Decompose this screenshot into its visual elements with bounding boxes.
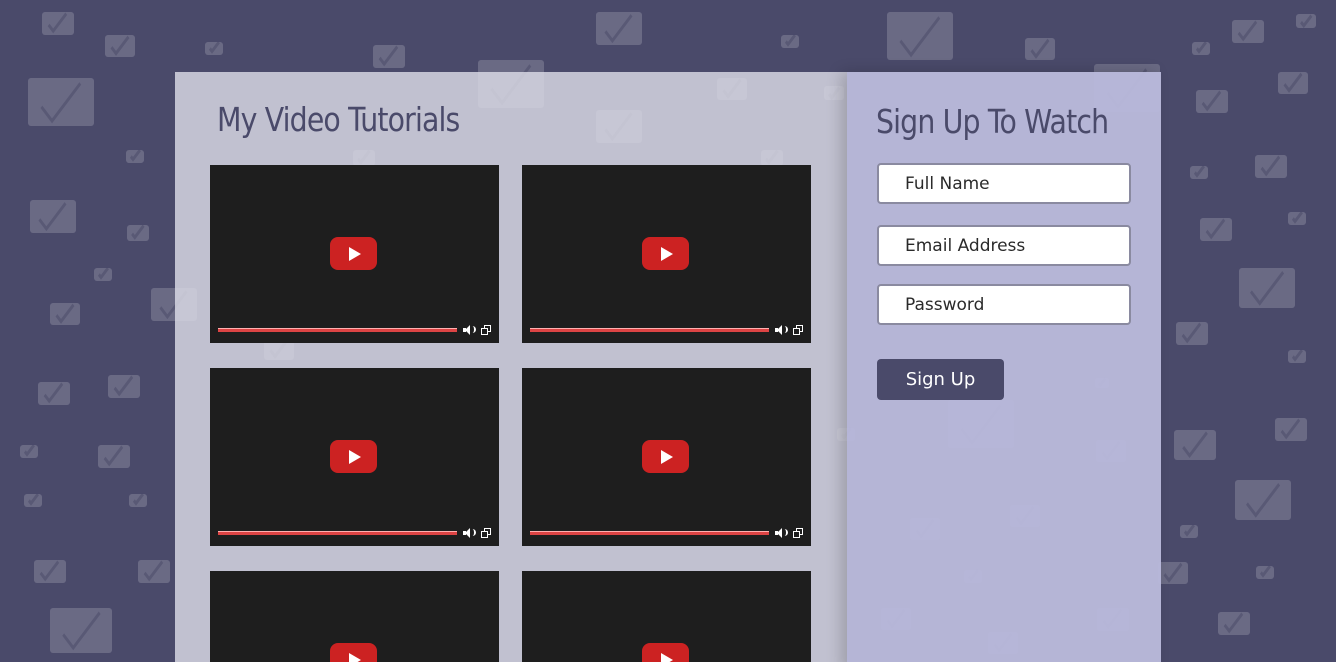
envelope-icon	[205, 42, 223, 55]
envelope-icon	[42, 12, 74, 35]
signup-panel: Sign Up To Watch Sign Up	[847, 72, 1161, 662]
envelope-icon	[94, 268, 112, 281]
envelope-icon	[1180, 525, 1198, 538]
progress-bar[interactable]	[218, 531, 457, 535]
envelope-icon	[98, 445, 130, 468]
envelope-icon	[20, 445, 38, 458]
envelope-icon	[24, 494, 42, 507]
envelope-icon	[1196, 90, 1228, 113]
video-player[interactable]	[210, 571, 499, 662]
envelope-icon	[1278, 72, 1308, 94]
envelope-icon	[1174, 430, 1216, 460]
envelope-icon	[127, 225, 149, 241]
page-background: { "page": { "title": "My Video Tutorials…	[0, 0, 1336, 662]
envelope-icon	[1176, 322, 1208, 345]
volume-icon[interactable]	[463, 325, 476, 335]
email-field[interactable]	[877, 225, 1131, 266]
volume-icon[interactable]	[775, 528, 788, 538]
envelope-icon	[1256, 566, 1274, 579]
play-icon[interactable]	[642, 643, 689, 662]
envelope-icon	[1239, 268, 1295, 308]
envelope-icon	[38, 382, 70, 405]
envelope-icon	[30, 200, 76, 233]
envelope-icon	[1255, 155, 1287, 178]
progress-bar[interactable]	[530, 328, 769, 332]
envelope-icon	[1190, 166, 1208, 179]
volume-icon[interactable]	[775, 325, 788, 335]
full-name-field[interactable]	[877, 163, 1131, 204]
envelope-icon	[34, 560, 66, 583]
envelope-icon	[1288, 212, 1306, 225]
envelope-icon	[1275, 418, 1307, 441]
envelope-icon	[373, 45, 405, 68]
envelope-icon	[126, 150, 144, 163]
envelope-icon	[1218, 612, 1250, 635]
envelope-icon	[138, 560, 170, 583]
envelope-icon	[1235, 480, 1291, 520]
envelope-icon	[129, 494, 147, 507]
fullscreen-icon[interactable]	[793, 325, 803, 335]
fullscreen-icon[interactable]	[793, 528, 803, 538]
envelope-icon	[1296, 14, 1316, 28]
envelope-icon	[108, 375, 140, 398]
progress-bar[interactable]	[218, 328, 457, 332]
envelope-icon	[887, 12, 953, 60]
envelope-icon	[1232, 20, 1264, 43]
video-player[interactable]	[210, 368, 499, 546]
envelope-icon	[50, 303, 80, 325]
play-icon[interactable]	[642, 237, 689, 270]
video-player[interactable]	[522, 571, 811, 662]
play-icon[interactable]	[330, 643, 377, 662]
envelope-icon	[1200, 218, 1232, 241]
envelope-icon	[28, 78, 94, 126]
envelope-icon	[1025, 38, 1055, 60]
video-player[interactable]	[522, 368, 811, 546]
envelope-icon	[1192, 42, 1210, 55]
video-player[interactable]	[210, 165, 499, 343]
envelope-icon	[596, 12, 642, 45]
signup-title: Sign Up To Watch	[876, 102, 1109, 141]
envelope-icon	[1158, 562, 1188, 584]
play-icon[interactable]	[330, 440, 377, 473]
fullscreen-icon[interactable]	[481, 325, 491, 335]
video-player[interactable]	[522, 165, 811, 343]
video-tutorials-panel: My Video Tutorials	[175, 72, 847, 662]
envelope-icon	[781, 35, 799, 48]
main-card: My Video Tutorials Sign Up To Watch Full…	[175, 72, 1161, 662]
sign-up-button[interactable]: Sign Up	[877, 359, 1004, 400]
fullscreen-icon[interactable]	[481, 528, 491, 538]
progress-bar[interactable]	[530, 531, 769, 535]
volume-icon[interactable]	[463, 528, 476, 538]
envelope-icon	[50, 608, 112, 653]
play-icon[interactable]	[330, 237, 377, 270]
play-icon[interactable]	[642, 440, 689, 473]
envelope-icon	[1288, 350, 1306, 363]
page-title: My Video Tutorials	[217, 100, 460, 139]
envelope-icon	[105, 35, 135, 57]
password-field[interactable]	[877, 284, 1131, 325]
